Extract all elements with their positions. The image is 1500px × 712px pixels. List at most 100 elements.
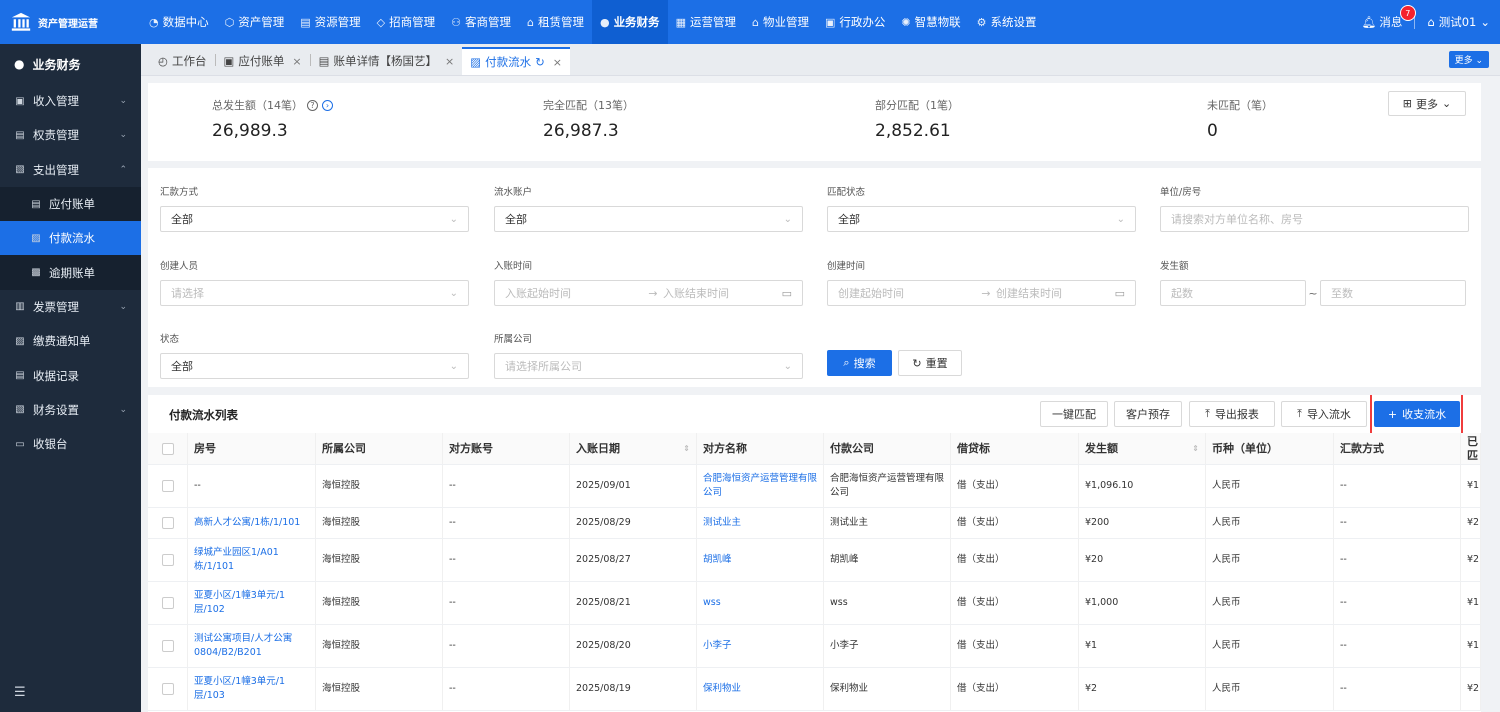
sidebar-item[interactable]: ▤ 权责管理 ⌄ — [0, 118, 141, 152]
remit-method-select[interactable]: 全部 ⌄ — [160, 206, 469, 232]
topnav-item[interactable]: ⚇ 客商管理 — [443, 0, 519, 44]
nav-icon: ⚇ — [451, 15, 461, 29]
column-header[interactable]: 发生额 ⇕ — [1079, 433, 1206, 464]
row-checkbox[interactable] — [161, 480, 174, 492]
tab-icon: ▣ — [223, 54, 235, 68]
amount-to-input[interactable]: 至数 — [1320, 280, 1466, 306]
table-row[interactable]: 测试公寓项目/人才公寓0804/B2/B201 海恒控股 -- 2025/08/20 小… — [148, 625, 1481, 668]
sidebar-item[interactable]: ▨ 付款流水 — [0, 221, 141, 256]
chevron-down-icon: ⌄ — [449, 213, 458, 225]
info-icon[interactable]: › — [322, 99, 333, 111]
row-checkbox[interactable] — [161, 597, 174, 609]
row-checkbox[interactable] — [161, 554, 174, 566]
table-row[interactable]: 绿城产业园区1/A01栋/1/101 海恒控股 -- 2025/08/27 胡凯峰 胡凯峰… — [148, 539, 1481, 582]
cell-party[interactable]: 测试业主 — [697, 508, 824, 538]
sidebar-item[interactable]: ▤ 收据记录 — [0, 358, 141, 392]
account-select[interactable]: 全部 ⌄ — [494, 206, 803, 232]
row-checkbox[interactable] — [161, 683, 174, 695]
summary-more-button[interactable]: ⊞ 更多 ⌄ — [1388, 91, 1466, 116]
topnav-item[interactable]: ▦ 运营管理 — [668, 0, 744, 44]
summary-partial-match: 部分匹配（1笔） 2,852.61 — [875, 97, 959, 141]
topnav-item[interactable]: ● 业务财务 — [591, 0, 668, 44]
cell-flag: 借（支出） — [951, 465, 1079, 507]
amount-from-input[interactable]: 起数 — [1160, 280, 1306, 306]
cell-flag: 借（支出） — [951, 539, 1079, 581]
column-header: 借贷标 — [951, 433, 1079, 464]
page-tab[interactable]: ▨ 付款流水 ↻ × — [462, 47, 570, 75]
topnav-item[interactable]: ◔ 数据中心 — [141, 0, 217, 44]
unit-search-input[interactable]: 请搜索对方单位名称、房号 — [1160, 206, 1469, 232]
cell-party[interactable]: 合肥海恒资产运营管理有限公司 — [697, 465, 824, 507]
cell-room[interactable]: 亚夏小区/1幢3单元/1层/103 — [188, 668, 316, 710]
match-status-select[interactable]: 全部 ⌄ — [827, 206, 1136, 232]
sidebar-item[interactable]: ▣ 收入管理 ⌄ — [0, 84, 141, 118]
chevron-down-icon: ⌄ — [1116, 213, 1125, 225]
input-placeholder: 起数 — [1171, 287, 1193, 300]
create-time-range-picker[interactable]: 创建起始时间 → 创建结束时间 ▭ — [827, 280, 1136, 306]
topnav-item[interactable]: ⌂ 租赁管理 — [519, 0, 592, 44]
cell-party[interactable]: 胡凯峰 — [697, 539, 824, 581]
cell-party[interactable]: 保利物业 — [697, 668, 824, 710]
page-tab[interactable]: ▣ 应付账单 × — [215, 47, 310, 75]
nav-icon: ● — [599, 15, 610, 29]
sidebar-item[interactable]: ▧ 财务设置 ⌄ — [0, 393, 141, 427]
table-row[interactable]: 亚夏小区/1幢3单元/1层/103 海恒控股 -- 2025/08/19 保利物业 保利物… — [148, 668, 1481, 711]
row-checkbox-cell — [148, 465, 188, 507]
cell-room[interactable]: 高新人才公寓/1栋/1/101 — [188, 508, 316, 538]
close-icon[interactable]: × — [553, 56, 562, 69]
cell-account: -- — [443, 465, 570, 507]
status-select[interactable]: 全部 ⌄ — [160, 353, 469, 379]
page-tab[interactable]: ▤ 账单详情【杨国艺】 × — [310, 47, 463, 75]
sidebar-item[interactable]: ▭ 收银台 — [0, 427, 141, 461]
search-button[interactable]: ⌕ 搜索 — [827, 350, 892, 376]
topnav-item[interactable]: ▤ 资源管理 — [292, 0, 368, 44]
cell-party[interactable]: wss — [697, 582, 824, 624]
cell-account: -- — [443, 668, 570, 710]
refresh-icon[interactable]: ↻ — [535, 55, 545, 69]
import-flow-button[interactable]: ⤒ 导入流水 — [1281, 401, 1367, 427]
company-select[interactable]: 请选择所属公司 ⌄ — [494, 353, 803, 379]
close-icon[interactable]: × — [292, 55, 301, 68]
close-icon[interactable]: × — [445, 55, 454, 68]
cell-party[interactable]: 小李子 — [697, 625, 824, 667]
nav-icon: ⌂ — [526, 15, 534, 29]
collapse-menu-icon[interactable]: ☰ — [14, 685, 26, 700]
row-checkbox[interactable] — [161, 517, 174, 529]
column-header[interactable]: 入账日期 ⇕ — [570, 433, 697, 464]
topnav-item[interactable]: ⬡ 资产管理 — [217, 0, 293, 44]
cell-room[interactable]: 绿城产业园区1/A01栋/1/101 — [188, 539, 316, 581]
row-checkbox[interactable] — [161, 640, 174, 652]
table-row[interactable]: -- 海恒控股 -- 2025/09/01 合肥海恒资产运营管理有限公司 合肥海恒资产运营… — [148, 465, 1481, 508]
reset-button[interactable]: ↻ 重置 — [898, 350, 962, 376]
entry-time-range-picker[interactable]: 入账起始时间 → 入账结束时间 ▭ — [494, 280, 803, 306]
export-report-button[interactable]: ⤒ 导出报表 — [1189, 401, 1275, 427]
topnav-item[interactable]: ◇ 招商管理 — [369, 0, 443, 44]
customer-prepay-button[interactable]: 客户预存 — [1114, 401, 1182, 427]
sidebar-item[interactable]: ▨ 缴费通知单 — [0, 324, 141, 358]
cell-room[interactable]: 测试公寓项目/人才公寓0804/B2/B201 — [188, 625, 316, 667]
topnav-item[interactable]: ⌂ 物业管理 — [744, 0, 817, 44]
help-icon[interactable]: ? — [307, 99, 318, 111]
sort-icon[interactable]: ⇕ — [683, 442, 690, 456]
table-row[interactable]: 高新人才公寓/1栋/1/101 海恒控股 -- 2025/08/29 测试业主 测试业主借… — [148, 508, 1481, 539]
topnav-item[interactable]: ⚙ 系统设置 — [969, 0, 1045, 44]
logo[interactable]: 资产管理运营 — [0, 0, 141, 44]
sort-icon[interactable]: ⇕ — [1192, 442, 1199, 456]
topnav-item[interactable]: ▣ 行政办公 — [817, 0, 893, 44]
select-all-checkbox[interactable] — [161, 442, 174, 455]
tabs-more-button[interactable]: 更多 ⌄ — [1448, 51, 1489, 68]
creator-select[interactable]: 请选择 ⌄ — [160, 280, 469, 306]
messages-button[interactable]: 🔔︎ 消息 7 — [1362, 5, 1416, 30]
sidebar-item[interactable]: ▧ 支出管理 ⌃ — [0, 153, 141, 187]
user-menu[interactable]: ⌂ 测试01 ⌄ — [1427, 14, 1490, 30]
one-click-match-button[interactable]: 一键匹配 — [1040, 401, 1108, 427]
sidebar-item[interactable]: ▩ 逾期账单 — [0, 255, 141, 290]
cell-account: -- — [443, 539, 570, 581]
cell-room[interactable]: 亚夏小区/1幢3单元/1层/102 — [188, 582, 316, 624]
sidebar-item[interactable]: ▥ 发票管理 ⌄ — [0, 290, 141, 324]
page-tab[interactable]: ◴ 工作台 — [150, 47, 215, 75]
topnav-item[interactable]: ✺ 智慧物联 — [893, 0, 968, 44]
table-row[interactable]: 亚夏小区/1幢3单元/1层/102 海恒控股 -- 2025/08/21 wss wss 借… — [148, 582, 1481, 625]
cell-currency: 人民币 — [1206, 625, 1334, 667]
sidebar-item[interactable]: ▤ 应付账单 — [0, 186, 141, 222]
